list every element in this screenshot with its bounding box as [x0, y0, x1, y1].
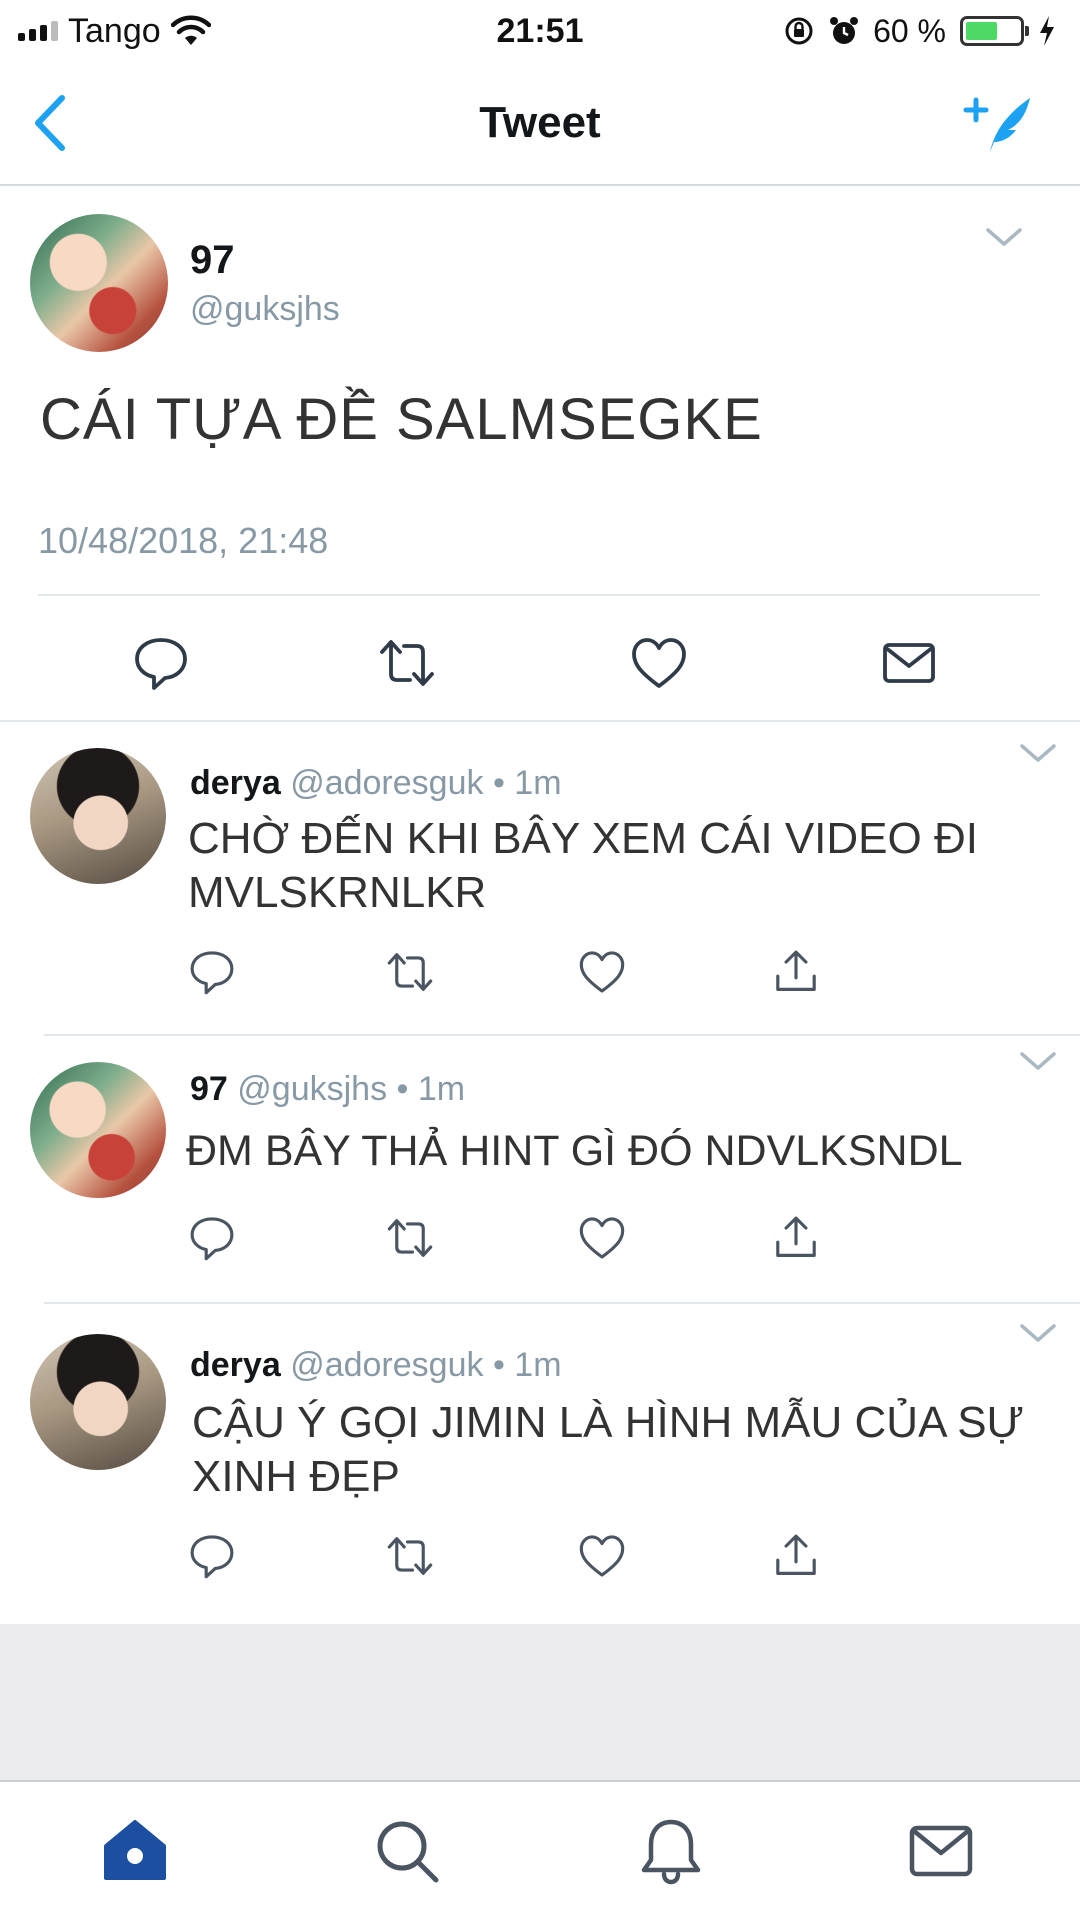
avatar[interactable] [30, 214, 168, 352]
reply-button[interactable] [188, 1214, 236, 1262]
share-icon [776, 1534, 816, 1575]
retweet-button[interactable] [386, 948, 434, 996]
separator-dot: • [492, 764, 505, 802]
battery-percent: 60 % [873, 12, 946, 49]
author-name[interactable]: derya [190, 764, 281, 802]
tweet-options-button[interactable] [1018, 1322, 1058, 1346]
reply-button[interactable] [132, 634, 190, 692]
tweet-actions [0, 1532, 1080, 1592]
compose-tweet-icon [963, 97, 1030, 152]
tweet-actions [0, 948, 1080, 1008]
tweet-age: 1m [514, 764, 562, 802]
author-name[interactable]: 97 [190, 1070, 228, 1108]
share-button[interactable] [772, 948, 820, 996]
divider [38, 594, 1040, 596]
retweet-button[interactable] [386, 1214, 434, 1262]
page-title: Tweet [479, 98, 601, 147]
retweet-button[interactable] [386, 1532, 434, 1580]
battery-icon [960, 16, 1029, 46]
reply-button[interactable] [188, 948, 236, 996]
search-icon [377, 1821, 439, 1883]
share-button[interactable] [772, 1214, 820, 1262]
share-icon [776, 1216, 816, 1257]
share-button[interactable] [772, 1532, 820, 1580]
compose-tweet-button[interactable] [960, 84, 1040, 164]
reply-icon [190, 1535, 234, 1579]
like-icon [579, 1217, 625, 1259]
tweet-actions [0, 606, 1080, 718]
charging-icon [1038, 16, 1056, 46]
separator-dot: • [396, 1070, 409, 1108]
tweet-options-button[interactable] [984, 226, 1024, 250]
retweet-icon [380, 640, 434, 686]
chevron-down-icon [1020, 744, 1056, 762]
author-handle[interactable]: @adoresguk [290, 764, 483, 802]
home-icon [104, 1820, 166, 1880]
retweet-icon [387, 953, 433, 991]
like-icon [632, 638, 686, 688]
like-icon [579, 1535, 625, 1577]
reply-meta: 97 @guksjhs • 1m [190, 1070, 465, 1109]
status-bar: Tango 21:51 60 % [0, 0, 1080, 62]
tweet-age: 1m [514, 1346, 562, 1384]
reply-tweet[interactable]: derya @adoresguk • 1m CẬU Ý GỌI JIMIN LÀ… [0, 1304, 1080, 1624]
tweet-text: CÁI TỰA ĐỀ SALMSEGKE [40, 387, 763, 452]
like-button[interactable] [578, 948, 626, 996]
tweet-text: CHỜ ĐẾN KHI BÂY XEM CÁI VIDEO ĐI MVLSKRN… [188, 814, 978, 917]
reply-icon [190, 1217, 234, 1261]
navigation-bar: Tweet [0, 62, 1080, 186]
tab-notifications[interactable] [636, 1816, 706, 1886]
status-right: 60 % [783, 8, 1056, 54]
tweet-timestamp: 10/48/2018, 21:48 [38, 520, 329, 561]
tweet-options-button[interactable] [1018, 1050, 1058, 1074]
reply-meta: derya @adoresguk • 1m [190, 1346, 562, 1385]
tab-search[interactable] [372, 1816, 442, 1886]
tab-messages[interactable] [906, 1816, 976, 1886]
tweet-age: 1m [417, 1070, 466, 1108]
reply-meta: derya @adoresguk • 1m [190, 764, 562, 803]
reply-tweet[interactable]: derya @adoresguk • 1m CHỜ ĐẾN KHI BÂY XE… [0, 724, 1080, 1034]
reply-tweet[interactable]: 97 @guksjhs • 1m ĐM BÂY THẢ HINT GÌ ĐÓ N… [0, 1036, 1080, 1302]
reply-button[interactable] [188, 1532, 236, 1580]
tab-bar [0, 1780, 1080, 1920]
chevron-down-icon [1020, 1052, 1056, 1070]
reply-icon [190, 951, 234, 995]
reply-icon [135, 638, 187, 690]
retweet-icon [387, 1219, 433, 1257]
like-icon [579, 951, 625, 993]
message-button[interactable] [880, 634, 938, 692]
like-button[interactable] [578, 1214, 626, 1262]
tweet-text: CẬU Ý GỌI JIMIN LÀ HÌNH MẪU CỦA SỰ XINH … [192, 1398, 1025, 1501]
author-handle[interactable]: @adoresguk [290, 1346, 483, 1384]
notifications-icon [641, 1819, 701, 1885]
tweet-actions [0, 1214, 1080, 1274]
author-name[interactable]: derya [190, 1346, 281, 1384]
author-handle[interactable]: @guksjhs [190, 290, 340, 329]
tab-home[interactable] [100, 1816, 170, 1886]
avatar[interactable] [30, 748, 166, 884]
author-name[interactable]: 97 [190, 238, 235, 283]
messages-icon [909, 1825, 973, 1877]
empty-area [0, 1624, 1080, 1780]
author-handle[interactable]: @guksjhs [237, 1070, 387, 1108]
chevron-down-icon [986, 228, 1022, 246]
tweet-text: ĐM BÂY THẢ HINT GÌ ĐÓ NDVLKSNDL [186, 1127, 963, 1175]
share-icon [776, 950, 816, 991]
alarm-icon [829, 15, 859, 47]
message-icon [883, 643, 935, 683]
main-tweet: 97 @guksjhs CÁI TỰA ĐỀ SALMSEGKE 10/48/2… [0, 186, 1080, 722]
like-button[interactable] [630, 634, 688, 692]
avatar[interactable] [30, 1062, 166, 1198]
retweet-button[interactable] [378, 634, 436, 692]
chevron-down-icon [1020, 1324, 1056, 1342]
tweet-options-button[interactable] [1018, 742, 1058, 766]
separator-dot: • [492, 1346, 505, 1384]
retweet-icon [387, 1537, 433, 1575]
avatar[interactable] [30, 1334, 166, 1470]
orientation-lock-icon [783, 15, 815, 47]
like-button[interactable] [578, 1532, 626, 1580]
